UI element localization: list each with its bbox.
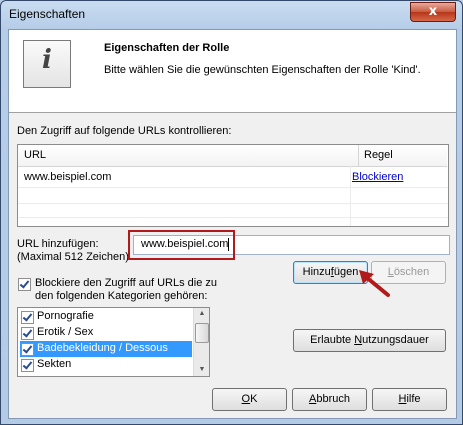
header-subtitle: Bitte wählen Sie die gewünschten Eigensc… <box>104 64 421 76</box>
scroll-up-icon[interactable]: ▲ <box>194 308 209 320</box>
url-table[interactable]: URL Regel www.beispiel.com Blockieren <box>17 144 449 227</box>
list-item[interactable]: Erotik / Sex <box>20 325 192 341</box>
row-divider <box>18 187 448 188</box>
block-categories-label-2: den folgenden Kategorien gehören: <box>35 290 208 302</box>
ok-button[interactable]: OK <box>212 388 287 411</box>
highlight-annotation <box>128 230 235 260</box>
header-title: Eigenschaften der Rolle <box>104 42 230 54</box>
block-categories-checkbox[interactable] <box>18 278 31 291</box>
category-list[interactable]: Pornografie Erotik / Sex Badebekleidung … <box>17 307 210 377</box>
close-icon: x <box>428 4 438 19</box>
window-title: Eigenschaften <box>9 7 86 21</box>
close-button[interactable]: x <box>410 2 456 22</box>
title-bar[interactable]: Eigenschaften x <box>1 1 462 29</box>
category-checkbox[interactable] <box>21 327 34 340</box>
arrow-annotation-icon <box>359 270 390 297</box>
add-url-label: URL hinzufügen: <box>17 238 99 250</box>
scroll-down-icon[interactable]: ▼ <box>194 364 209 376</box>
block-categories-label: Blockiere den Zugriff auf URLs die zu <box>35 277 217 289</box>
category-checkbox[interactable] <box>21 359 34 372</box>
scroll-thumb[interactable] <box>195 323 209 343</box>
category-checkbox[interactable] <box>21 343 34 356</box>
urls-label: Den Zugriff auf folgende URLs kontrollie… <box>17 125 232 137</box>
usage-time-button[interactable]: Erlaubte Nutzungsdauer <box>293 329 446 352</box>
list-scrollbar[interactable]: ▲ ▼ <box>193 308 209 376</box>
dialog-window: Eigenschaften x i Eigenschaften der Roll… <box>0 0 463 425</box>
add-url-hint: (Maximal 512 Zeichen) <box>17 251 129 263</box>
cancel-button[interactable]: Abbruch <box>292 388 367 411</box>
dialog-client: i Eigenschaften der Rolle Bitte wählen S… <box>8 29 457 419</box>
list-item[interactable]: Pornografie <box>20 309 192 325</box>
list-item[interactable]: Badebekleidung / Dessous <box>20 341 192 357</box>
info-icon: i <box>23 40 71 88</box>
row-divider <box>18 217 448 218</box>
block-link[interactable]: Blockieren <box>352 169 403 185</box>
category-checkbox[interactable] <box>21 311 34 324</box>
table-cell-url[interactable]: www.beispiel.com <box>24 169 111 185</box>
dialog-header: i Eigenschaften der Rolle Bitte wählen S… <box>9 30 456 113</box>
row-divider <box>18 203 448 204</box>
column-header-url[interactable]: URL <box>18 145 359 167</box>
help-button[interactable]: Hilfe <box>372 388 447 411</box>
column-header-regel[interactable]: Regel <box>359 145 447 167</box>
list-item[interactable]: Sekten <box>20 357 192 373</box>
